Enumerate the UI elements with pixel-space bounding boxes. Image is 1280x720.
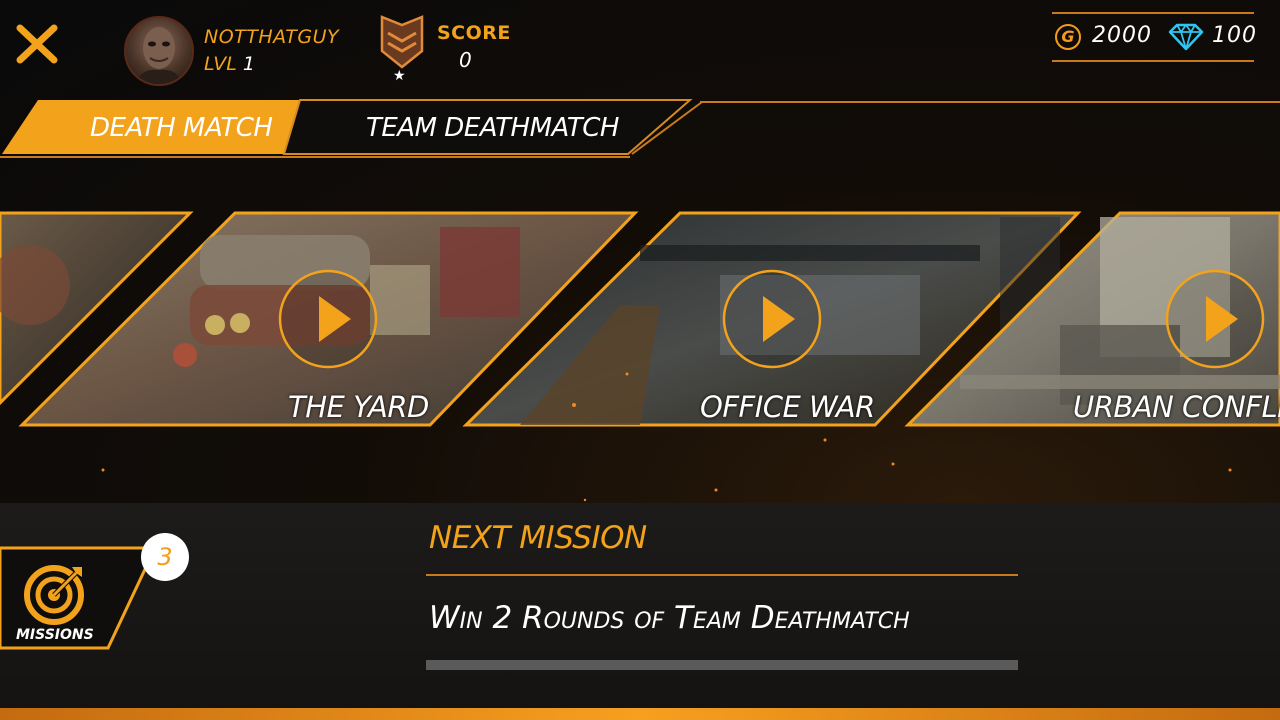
map-label-the-yard[interactable]: THE YARD	[288, 390, 429, 424]
tab-team-deathmatch[interactable]: TEAM DEATHMATCH	[366, 113, 619, 143]
map-label-urban-conflict[interactable]: URBAN CONFLIC	[1073, 390, 1280, 424]
level-value: 1	[242, 53, 255, 75]
play-office-icon[interactable]	[721, 268, 823, 370]
missions-label[interactable]: MISSIONS	[16, 627, 94, 643]
mission-progress-bar	[426, 660, 1018, 670]
avatar[interactable]	[124, 16, 194, 86]
tab-death-match[interactable]: DEATH MATCH	[90, 113, 273, 143]
gold-value: 2000	[1092, 23, 1152, 48]
mission-description: Win 2 Rounds of Team Deathmatch	[429, 600, 910, 636]
score-label: SCORE	[437, 22, 511, 44]
bottom-accent-stripe	[0, 708, 1280, 720]
play-yard-icon[interactable]	[277, 268, 379, 370]
star-icon: ★	[393, 68, 406, 84]
masked-face-icon	[136, 27, 182, 84]
play-urban-icon[interactable]	[1164, 268, 1266, 370]
diamond-icon	[1168, 23, 1204, 51]
target-icon	[24, 565, 84, 625]
mission-divider	[426, 574, 1018, 576]
score-value: 0	[459, 48, 472, 72]
gem-value: 100	[1212, 23, 1257, 48]
gold-coin-icon: G	[1055, 24, 1081, 50]
close-icon[interactable]	[14, 22, 62, 66]
next-mission-title: NEXT MISSION	[429, 520, 647, 556]
missions-count-badge: 3	[141, 533, 189, 581]
level-label: LVL	[204, 53, 237, 75]
map-label-office-war[interactable]: OFFICE WAR	[700, 390, 875, 424]
player-name: NOTTHATGUY	[204, 26, 340, 48]
rank-chevron-icon	[380, 15, 424, 69]
player-level: LVL 1	[204, 53, 255, 75]
